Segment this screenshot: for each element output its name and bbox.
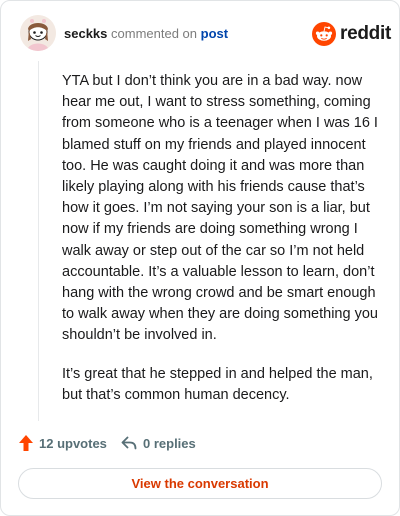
- comment-paragraph: YTA but I don’t think you are in a bad w…: [62, 73, 378, 344]
- reddit-wordmark: reddit: [340, 23, 391, 44]
- reply-count[interactable]: 0 replies: [121, 433, 196, 453]
- commented-on-text: commented on: [111, 26, 198, 41]
- comment-body: YTA but I don’t think you are in a bad w…: [62, 71, 384, 423]
- snoo-avatar-icon: [20, 15, 56, 51]
- reply-arrow-icon: [121, 436, 137, 450]
- upvotes-label: 12 upvotes: [39, 435, 107, 451]
- thread-line: [38, 61, 39, 421]
- reddit-logo[interactable]: reddit: [312, 22, 391, 46]
- avatar[interactable]: [20, 15, 56, 51]
- comment-card: seckks commented on post reddit YTA but …: [0, 0, 400, 516]
- replies-label: 0 replies: [143, 435, 196, 451]
- post-link[interactable]: post: [201, 26, 228, 41]
- comment-header: seckks commented on post: [64, 26, 228, 42]
- reddit-snoo-icon: [312, 22, 336, 46]
- comment-paragraph: It’s great that he stepped in and helped…: [62, 365, 373, 403]
- upvote-arrow-icon: [19, 435, 33, 451]
- view-conversation-button[interactable]: View the conversation: [18, 468, 382, 499]
- upvote-count[interactable]: 12 upvotes: [19, 433, 107, 453]
- username[interactable]: seckks: [64, 26, 107, 41]
